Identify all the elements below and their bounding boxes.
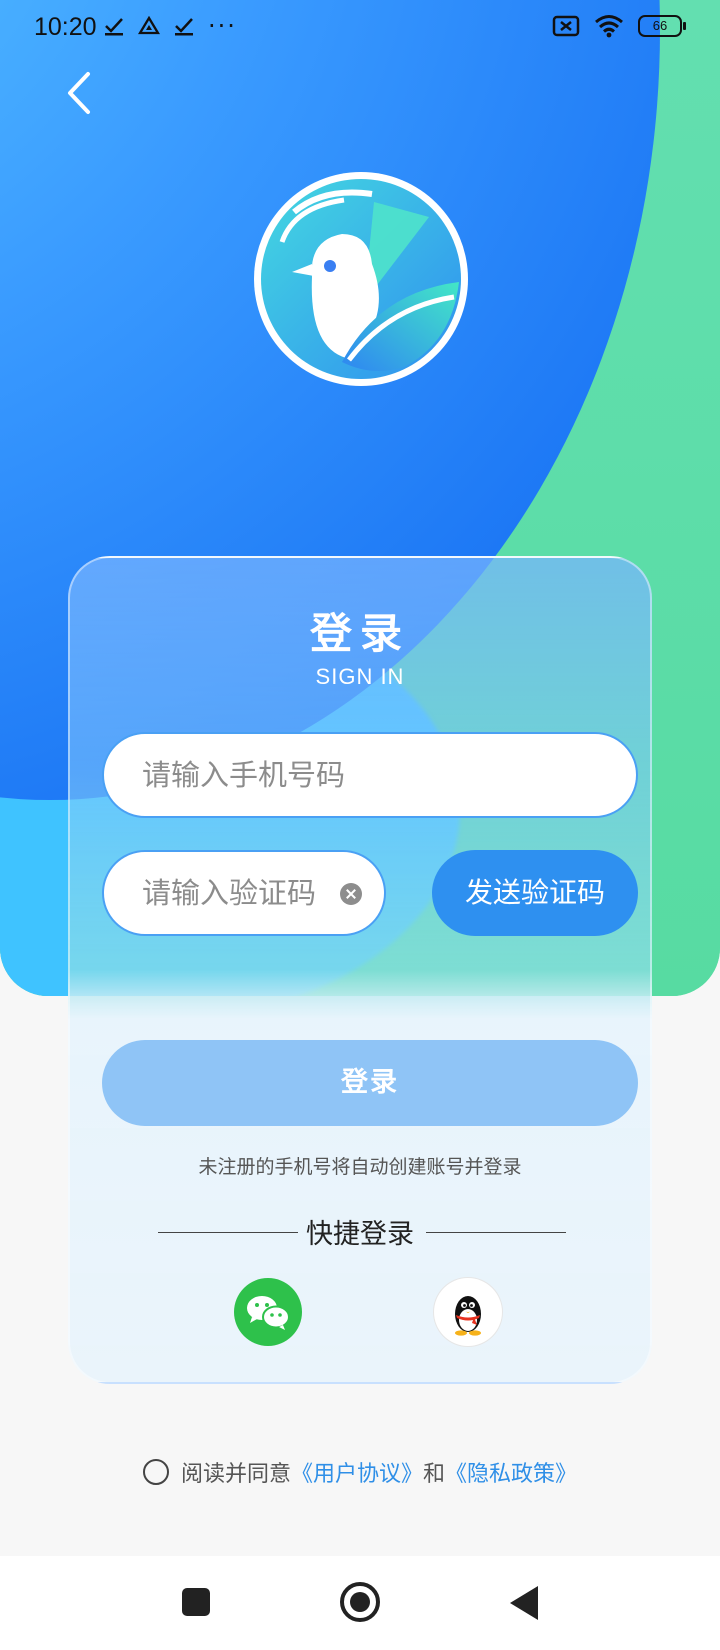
status-right-icons: 66	[552, 14, 686, 38]
qq-penguin-icon	[455, 1296, 481, 1336]
recents-button[interactable]	[182, 1588, 210, 1616]
quick-login-divider: 快捷登录	[70, 1212, 650, 1252]
login-card: 登录 SIGN IN 请输入手机号码 请输入验证码 发送验证码 登录 未注册的手…	[68, 556, 652, 1384]
divider-line-right	[426, 1232, 566, 1233]
wifi-icon	[595, 15, 623, 38]
login-button[interactable]: 登录	[102, 1040, 638, 1126]
qq-login-button[interactable]	[434, 1278, 502, 1346]
verification-code-input[interactable]: 请输入验证码	[102, 850, 386, 936]
drive-icon	[138, 16, 160, 35]
card-title: 登录	[309, 609, 410, 658]
send-code-button[interactable]: 发送验证码	[432, 850, 638, 936]
agreement-row: 阅读并同意《用户协议》和《隐私政策》	[0, 1456, 720, 1490]
check-download-icon	[175, 18, 193, 36]
wechat-icon	[247, 1296, 290, 1330]
no-sim-icon	[552, 15, 580, 37]
phone-placeholder: 请输入手机号码	[142, 758, 346, 792]
privacy-policy-link[interactable]: 《隐私政策》	[445, 1462, 577, 1487]
agreement-radio[interactable]	[142, 1459, 169, 1485]
status-bar: 10:20 ··· 66	[0, 0, 720, 56]
app-logo	[254, 172, 468, 386]
back-button[interactable]	[60, 68, 100, 118]
status-time: 10:20	[34, 13, 97, 41]
phone-input[interactable]: 请输入手机号码	[102, 732, 638, 818]
user-agreement-link[interactable]: 《用户协议》	[291, 1462, 423, 1487]
chevron-left-icon	[68, 72, 90, 114]
code-placeholder: 请输入验证码	[142, 876, 317, 910]
bird-logo-icon	[261, 179, 461, 379]
auto-register-hint: 未注册的手机号将自动创建账号并登录	[198, 1156, 522, 1178]
battery-indicator: 66	[638, 15, 686, 37]
wechat-login-button[interactable]	[234, 1278, 302, 1346]
card-subtitle: SIGN IN	[315, 664, 405, 689]
system-back-button[interactable]	[510, 1586, 538, 1620]
system-nav-bar	[0, 1556, 720, 1650]
agreement-prefix: 阅读并同意	[180, 1462, 291, 1487]
more-dots-icon: ···	[208, 12, 237, 40]
status-left-icons: ···	[104, 12, 237, 40]
home-button[interactable]	[340, 1582, 380, 1622]
check-download-icon	[105, 18, 123, 36]
login-screen: 10:20 ··· 66 登录 SIGN IN 请输入手机号码 请输入验证码 发…	[0, 0, 720, 1650]
clear-icon[interactable]	[340, 883, 362, 905]
agreement-and: 和	[423, 1462, 446, 1487]
